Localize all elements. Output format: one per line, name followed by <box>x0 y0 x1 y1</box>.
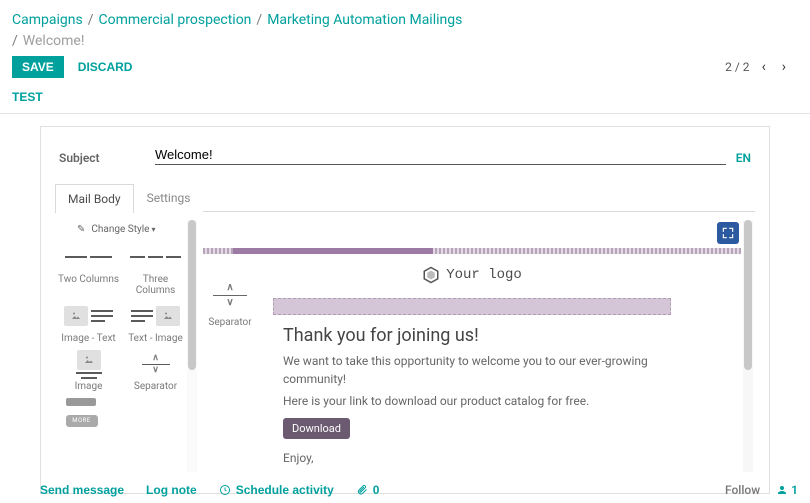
chevron-up-icon: ∧ <box>226 283 233 293</box>
follow-button[interactable]: Follow <box>725 483 760 497</box>
block-label: Two Columns <box>58 274 119 285</box>
subbar: TEST <box>0 84 810 114</box>
expand-button[interactable] <box>717 222 739 244</box>
drop-zone[interactable] <box>273 298 671 315</box>
editor-area: ✎Change Style▾ Two Columns Three Columns <box>41 212 769 472</box>
subject-label: Subject <box>59 151 155 165</box>
block-more[interactable]: MORE <box>55 394 122 429</box>
mail-paragraph[interactable]: We want to take this opportunity to welc… <box>283 352 669 388</box>
two-columns-icon <box>60 242 118 272</box>
discard-button[interactable]: DISCARD <box>78 60 133 74</box>
image-text-icon <box>60 301 118 331</box>
breadcrumb-sep: / <box>12 31 18 52</box>
block-separator[interactable]: ∧ ∨ Separator <box>122 346 189 394</box>
block-grid: Two Columns Three Columns Image - Text <box>55 239 189 429</box>
chatter-bar: Send message Log note Schedule activity … <box>40 483 798 497</box>
pager-next[interactable]: › <box>778 59 790 75</box>
logo-text: Your logo <box>446 267 522 283</box>
block-three-columns[interactable]: Three Columns <box>122 239 189 298</box>
attachments-button[interactable]: 0 <box>356 483 380 497</box>
paperclip-icon <box>356 484 368 496</box>
log-note-button[interactable]: Log note <box>146 483 197 497</box>
save-button[interactable]: SAVE <box>12 56 64 78</box>
form-container: Subject EN Mail Body Settings ✎Change St… <box>40 126 770 494</box>
breadcrumb: Campaigns / Commercial prospection / Mar… <box>0 0 810 54</box>
drag-label: Separator <box>208 317 251 328</box>
mail-paragraph[interactable]: Here is your link to download our produc… <box>283 392 669 410</box>
schedule-activity-button[interactable]: Schedule activity <box>219 483 334 497</box>
pager-text: 2 / 2 <box>725 60 749 74</box>
breadcrumb-commercial[interactable]: Commercial prospection <box>99 10 252 31</box>
mail-enjoy[interactable]: Enjoy, <box>283 449 669 467</box>
mail-heading[interactable]: Thank you for joining us! <box>283 325 669 346</box>
text-image-icon <box>127 301 185 331</box>
canvas-scrollbar[interactable] <box>743 220 753 472</box>
chevron-down-icon: ∨ <box>226 298 233 308</box>
pager: 2 / 2 ‹ › <box>725 59 798 75</box>
block-image-text[interactable]: Image - Text <box>55 298 122 346</box>
mail-body-block[interactable]: Thank you for joining us! We want to tak… <box>203 321 741 472</box>
block-label: Image <box>75 381 103 392</box>
block-image[interactable]: Image <box>55 346 122 394</box>
followers-count[interactable]: 1 <box>776 483 798 497</box>
subject-row: Subject EN <box>41 127 769 171</box>
block-label: Text - Image <box>128 333 183 344</box>
subject-input[interactable] <box>155 145 726 164</box>
more-icon: MORE <box>60 397 118 427</box>
block-label: Separator <box>134 381 177 392</box>
expand-icon <box>721 226 735 240</box>
logo-placeholder[interactable]: Your logo <box>203 258 741 298</box>
block-two-columns[interactable]: Two Columns <box>55 239 122 298</box>
chevron-down-icon: ▾ <box>151 225 155 234</box>
lang-badge[interactable]: EN <box>736 151 751 165</box>
image-icon <box>60 349 118 379</box>
breadcrumb-sep: / <box>256 10 262 31</box>
tab-mail-body[interactable]: Mail Body <box>55 184 134 213</box>
three-columns-icon <box>127 242 185 272</box>
tabs: Mail Body Settings <box>41 171 769 212</box>
person-icon <box>776 484 788 496</box>
mail-content[interactable]: Your logo Thank you for joining us! We w… <box>203 258 741 472</box>
breadcrumb-campaigns[interactable]: Campaigns <box>12 10 83 31</box>
block-sidebar: ✎Change Style▾ Two Columns Three Columns <box>55 220 189 472</box>
test-button[interactable]: TEST <box>12 90 43 104</box>
send-message-button[interactable]: Send message <box>40 483 124 497</box>
signature-image <box>283 471 669 472</box>
pencil-icon: ✎ <box>77 224 85 235</box>
pager-prev[interactable]: ‹ <box>758 59 770 75</box>
sidebar-scrollbar[interactable] <box>187 220 197 472</box>
clock-icon <box>219 484 231 496</box>
mail-canvas[interactable]: Your logo Thank you for joining us! We w… <box>203 220 755 472</box>
logo-icon <box>422 266 440 284</box>
breadcrumb-current: Welcome! <box>23 31 85 52</box>
change-style-button[interactable]: ✎Change Style▾ <box>55 220 189 239</box>
block-label: Three Columns <box>124 274 187 296</box>
breadcrumb-marketing-mailings[interactable]: Marketing Automation Mailings <box>267 10 462 31</box>
block-label: Image - Text <box>61 333 115 344</box>
breadcrumb-sep: / <box>88 10 94 31</box>
dragged-separator-block[interactable]: ∧ ∨ Separator <box>200 275 260 328</box>
ruler-active <box>233 248 433 254</box>
block-text-image[interactable]: Text - Image <box>122 298 189 346</box>
download-button[interactable]: Download <box>283 418 350 439</box>
tab-settings[interactable]: Settings <box>134 183 204 212</box>
action-row: SAVE DISCARD 2 / 2 ‹ › <box>0 54 810 84</box>
separator-icon: ∧ ∨ <box>127 349 185 379</box>
subject-input-wrap <box>155 145 726 165</box>
